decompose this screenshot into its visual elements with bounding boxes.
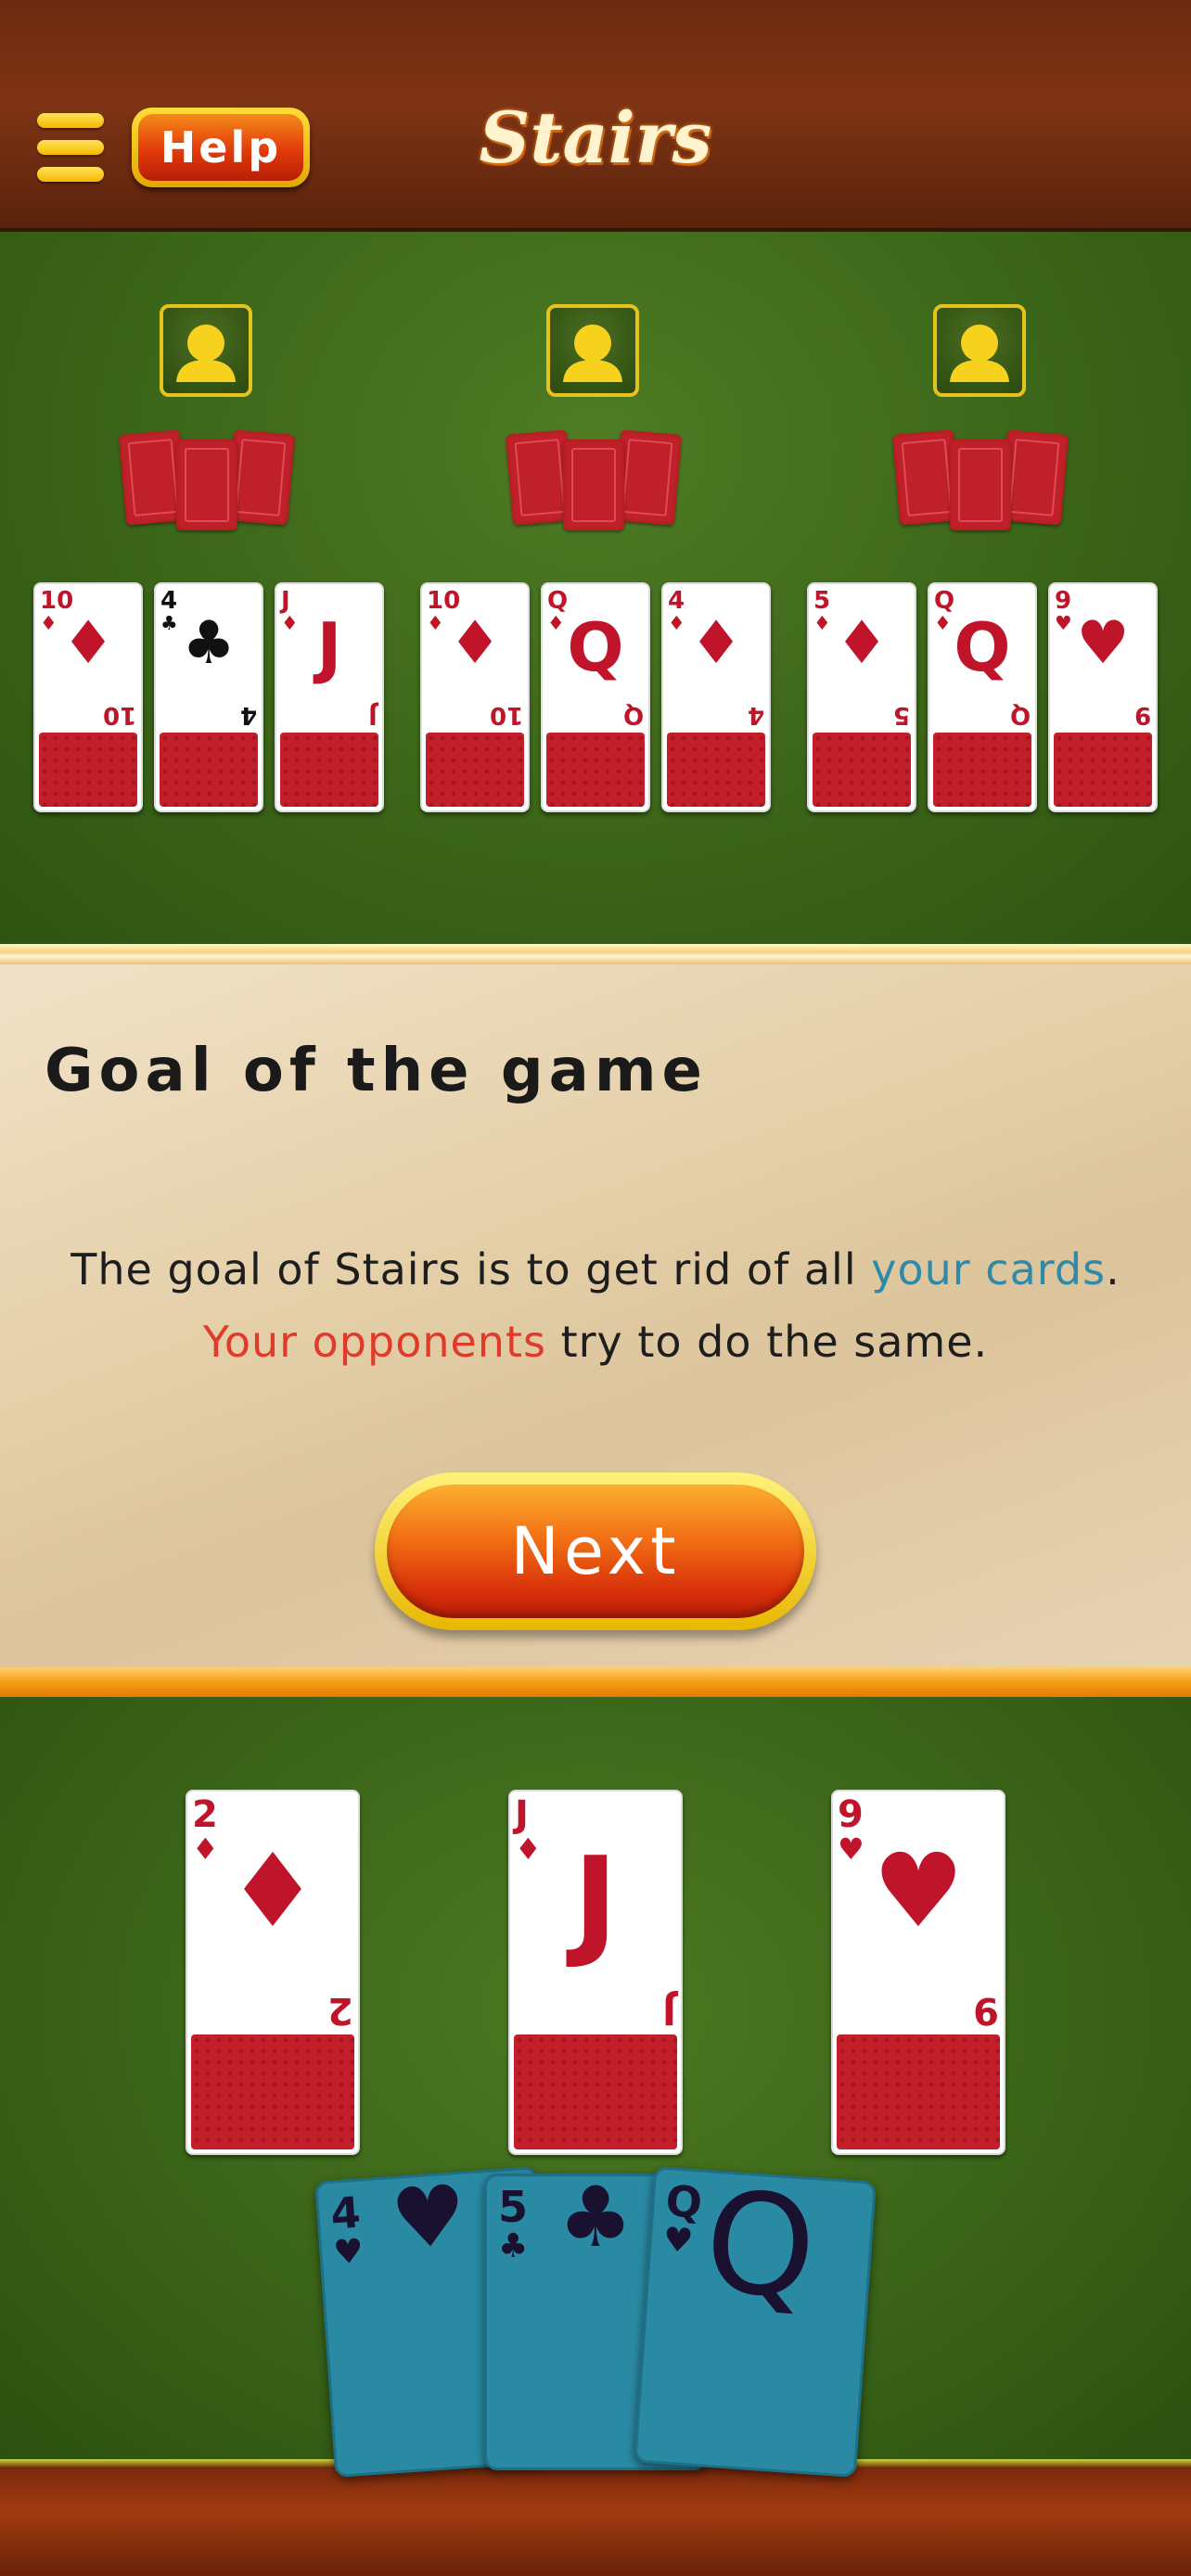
card-back — [280, 733, 378, 807]
card-rank: 4 — [668, 587, 685, 615]
card-rank: 4 — [160, 587, 178, 615]
table-edge — [0, 2459, 1191, 2576]
card-rank: 9 — [838, 1793, 864, 1836]
tutorial-heading: Goal of the game — [45, 1037, 708, 1105]
tutorial-line-1: The goal of Stairs is to get rid of all … — [0, 1233, 1191, 1306]
user-silhouette-icon — [563, 325, 622, 382]
card-back — [1054, 733, 1152, 807]
table-card[interactable]: 9 ♥ ♥ 9 — [831, 1790, 1005, 2155]
card-rank-bottom: 5 — [892, 701, 910, 729]
card-rank-bottom: 9 — [1133, 701, 1151, 729]
card-rank: 5 — [813, 587, 831, 615]
your-cards-highlight: your cards — [871, 1244, 1107, 1294]
your-opponents-highlight: Your opponents — [202, 1317, 546, 1367]
card-center: Q — [954, 607, 1011, 686]
user-silhouette-icon — [176, 325, 236, 382]
line1-prefix: The goal of Stairs is to get rid of all — [70, 1244, 872, 1294]
card-back — [39, 733, 137, 807]
card-back — [933, 733, 1031, 807]
card-center: ♦ — [61, 608, 115, 678]
table-card[interactable]: 4 ♦ ♦ 4 — [661, 582, 771, 812]
card-center: ♥ — [872, 1831, 965, 1951]
table-card[interactable]: 4 ♣ ♣ 4 — [154, 582, 263, 812]
card-rank-bottom: 10 — [102, 701, 136, 729]
card-rank: 4 — [328, 2187, 363, 2239]
tutorial-text: The goal of Stairs is to get rid of all … — [0, 1233, 1191, 1378]
card-center: ♦ — [448, 608, 502, 678]
card-suit-small: ♥ — [661, 2220, 695, 2262]
card-rank-bottom: 4 — [747, 701, 764, 729]
next-button-label: Next — [387, 1485, 804, 1618]
opponent-2-avatar[interactable] — [546, 304, 639, 397]
opponent-3-avatar[interactable] — [933, 304, 1026, 397]
table-card[interactable]: Q ♦ Q Q — [928, 582, 1037, 812]
card-center: ♦ — [226, 1831, 319, 1951]
table-card[interactable]: 9 ♥ ♥ 9 — [1048, 582, 1158, 812]
card-back — [160, 733, 258, 807]
card-back — [667, 733, 765, 807]
card-rank: 5 — [498, 2182, 529, 2232]
card-suit-small: ♣ — [498, 2227, 529, 2265]
card-center: J — [572, 1830, 619, 1972]
opponent-1-avatar[interactable] — [160, 304, 252, 397]
card-center: J — [316, 607, 342, 686]
line1-suffix: . — [1106, 1244, 1121, 1294]
card-back — [813, 733, 911, 807]
top-bar: Help Stairs — [0, 0, 1191, 241]
card-rank: Q — [547, 587, 569, 615]
line2-suffix: try to do the same. — [545, 1317, 989, 1367]
card-rank-bottom: 10 — [489, 701, 523, 729]
card-rank: 9 — [1055, 587, 1072, 615]
hand-card[interactable]: Q ♥ Q — [634, 2166, 877, 2478]
card-rank-bottom: 2 — [327, 1989, 353, 2032]
card-center: ♦ — [689, 608, 743, 678]
table-card[interactable]: 10 ♦ ♦ 10 — [420, 582, 530, 812]
card-back — [546, 733, 645, 807]
card-rank: 2 — [192, 1793, 218, 1836]
card-rank-bottom: J — [368, 701, 378, 729]
card-rank: J — [281, 587, 290, 615]
card-back — [950, 440, 1011, 530]
card-back — [176, 440, 237, 530]
card-back — [426, 733, 524, 807]
card-back — [563, 440, 624, 530]
card-suit-small: ♥ — [332, 2232, 365, 2273]
card-center: Q — [567, 607, 624, 686]
card-rank-bottom: Q — [1009, 701, 1031, 729]
table-card[interactable]: 10 ♦ ♦ 10 — [33, 582, 143, 812]
game-title: Stairs — [479, 96, 712, 179]
card-rank: J — [515, 1793, 529, 1836]
next-button[interactable]: Next — [375, 1473, 816, 1630]
table-card[interactable]: Q ♦ Q Q — [541, 582, 650, 812]
card-rank-bottom: 4 — [239, 701, 257, 729]
table-card[interactable]: J ♦ J J — [508, 1790, 683, 2155]
card-back — [837, 2034, 1000, 2149]
card-rank: Q — [934, 587, 955, 615]
card-rank-bottom: Q — [622, 701, 644, 729]
card-center: ♣ — [182, 608, 236, 678]
card-rank: Q — [664, 2175, 704, 2228]
card-center: ♥ — [1076, 608, 1130, 678]
card-back — [514, 2034, 677, 2149]
tutorial-line-2: Your opponents try to do the same. — [0, 1306, 1191, 1378]
card-center: ♦ — [835, 608, 889, 678]
card-rank-bottom: J — [662, 1989, 676, 2032]
card-back — [191, 2034, 354, 2149]
table-card[interactable]: J ♦ J J — [275, 582, 384, 812]
table-card[interactable]: 2 ♦ ♦ 2 — [186, 1790, 360, 2155]
table-card[interactable]: 5 ♦ ♦ 5 — [807, 582, 916, 812]
card-rank-bottom: 9 — [973, 1989, 999, 2032]
user-silhouette-icon — [950, 325, 1009, 382]
